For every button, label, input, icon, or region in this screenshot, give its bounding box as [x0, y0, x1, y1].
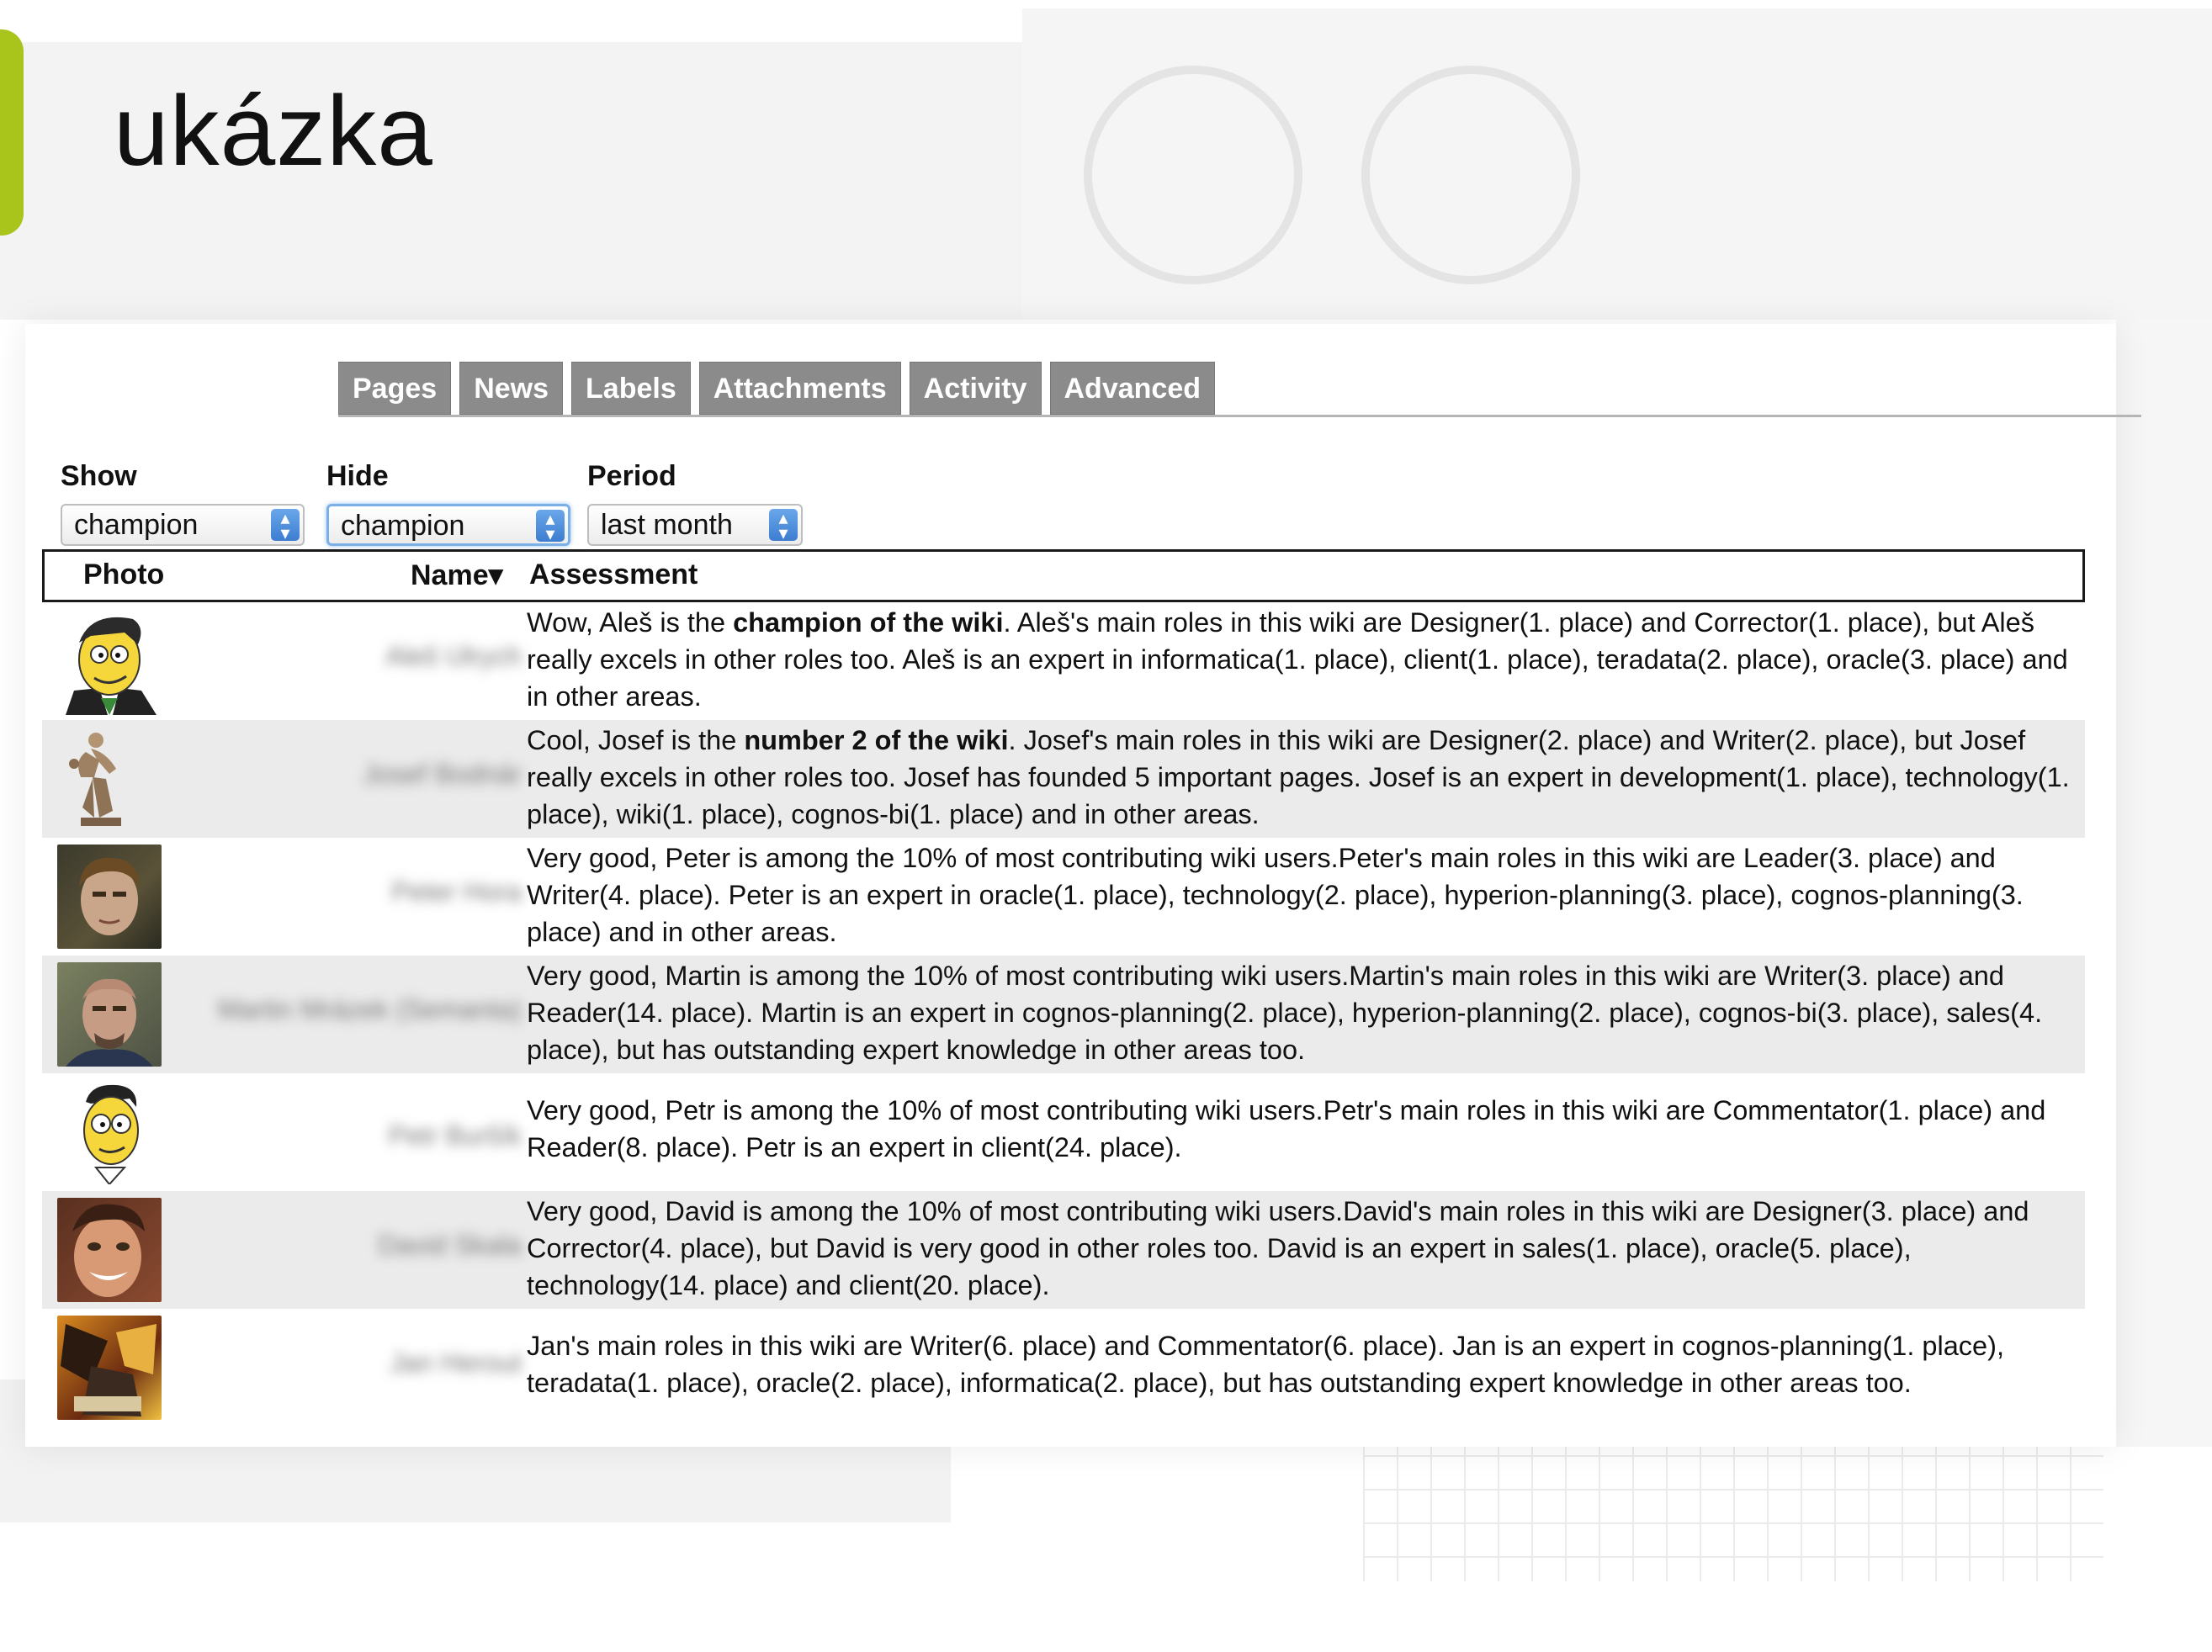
background-gauge-right — [1361, 66, 1580, 284]
period-filter: Period last month ▴ ▾ — [587, 460, 803, 546]
person-photo-icon — [66, 978, 153, 1067]
wiki-activity-panel: Pages News Labels Attachments Activity A… — [25, 324, 2141, 1447]
cartoon-avatar-icon — [57, 611, 162, 715]
assessment-text: Very good, Peter is among the 10% of mos… — [527, 839, 2082, 950]
tab-pages[interactable]: Pages — [338, 362, 452, 415]
user-photo — [57, 845, 162, 949]
accent-bar — [0, 29, 24, 236]
user-name[interactable]: Jan Herout — [168, 1348, 522, 1379]
assessment-text: Very good, David is among the 10% of mos… — [527, 1193, 2082, 1304]
hide-label: Hide — [326, 460, 389, 492]
person-photo-icon — [72, 1204, 145, 1297]
tab-attachments[interactable]: Attachments — [698, 362, 901, 415]
hide-select[interactable]: champion ▴ ▾ — [326, 504, 570, 546]
assessment-text: Cool, Josef is the number 2 of the wiki.… — [527, 722, 2082, 833]
select-arrows-icon: ▴ ▾ — [536, 510, 565, 543]
period-select-value: last month — [601, 509, 733, 541]
user-photo — [57, 1080, 162, 1184]
assessment-text: Very good, Petr is among the 10% of most… — [527, 1092, 2082, 1166]
period-select[interactable]: last month ▴ ▾ — [587, 504, 803, 546]
table-header: Photo Name▾ Assessment — [42, 549, 2085, 602]
assessment-pre: Cool, Josef is the — [527, 725, 745, 755]
table-row: Josef Bodnár Cool, Josef is the number 2… — [42, 720, 2085, 838]
tab-advanced[interactable]: Advanced — [1049, 362, 1215, 415]
cartoon-avatar-icon — [83, 1084, 139, 1184]
assessment-highlight: champion of the wiki — [733, 607, 1004, 638]
tab-news[interactable]: News — [459, 362, 564, 415]
assessment-pre: Jan's main roles in this wiki are Writer… — [527, 1331, 2004, 1398]
user-photo — [57, 962, 162, 1067]
tab-bar: Pages News Labels Attachments Activity A… — [338, 362, 1215, 415]
table-row: Petr Buršík Very good, Petr is among the… — [42, 1073, 2085, 1191]
assessment-pre: Very good, Petr is among the 10% of most… — [527, 1095, 2046, 1162]
table-row: Martin Mrázek (Semanta) Very good, Marti… — [42, 956, 2085, 1073]
table-row: Peter Hora Very good, Peter is among the… — [42, 838, 2085, 956]
user-photo — [57, 1198, 162, 1302]
assessment-pre: Very good, David is among the 10% of mos… — [527, 1196, 2029, 1300]
tab-labels[interactable]: Labels — [571, 362, 691, 415]
tab-activity[interactable]: Activity — [909, 362, 1042, 415]
user-name[interactable]: David Skala — [168, 1230, 522, 1261]
user-photo — [57, 1316, 162, 1420]
user-name[interactable]: Peter Hora — [168, 876, 522, 908]
user-name[interactable]: Josef Bodnár — [168, 759, 522, 790]
show-filter: Show champion ▴ ▾ — [61, 460, 305, 546]
cartoon-avatar-icon — [61, 1324, 156, 1416]
background-right-strip — [2116, 320, 2212, 1447]
background-gauge-left — [1084, 66, 1302, 284]
user-photo — [57, 727, 162, 831]
user-photo — [57, 611, 162, 715]
assessment-pre: Very good, Martin is among the 10% of mo… — [527, 961, 2043, 1065]
statue-avatar-icon — [69, 733, 121, 826]
period-label: Period — [587, 460, 676, 492]
users-table: Photo Name▾ Assessment Aleš Ulrych Wow, … — [42, 549, 2085, 1427]
slide-title: ukázka — [114, 76, 433, 187]
show-label: Show — [61, 460, 137, 492]
assessment-text: Jan's main roles in this wiki are Writer… — [527, 1327, 2082, 1401]
assessment-text: Very good, Martin is among the 10% of mo… — [527, 957, 2082, 1068]
name-column-header[interactable]: Name▾ — [411, 559, 503, 592]
select-arrows-icon: ▴ ▾ — [769, 509, 798, 543]
assessment-text: Wow, Aleš is the champion of the wiki. A… — [527, 604, 2082, 715]
assessment-highlight: number 2 of the wiki — [744, 725, 1009, 755]
table-row: David Skala Very good, David is among th… — [42, 1191, 2085, 1309]
person-photo-icon — [79, 857, 140, 935]
assessment-pre: Very good, Peter is among the 10% of mos… — [527, 843, 2024, 947]
hide-select-value: champion — [341, 510, 465, 542]
user-name[interactable]: Aleš Ulrych — [168, 641, 522, 672]
table-row: Jan Herout Jan's main roles in this wiki… — [42, 1309, 2085, 1427]
select-arrows-icon: ▴ ▾ — [271, 509, 300, 543]
show-select-value: champion — [74, 509, 199, 541]
tab-divider — [338, 415, 2141, 417]
hide-filter: Hide champion ▴ ▾ — [326, 460, 570, 546]
show-select[interactable]: champion ▴ ▾ — [61, 504, 305, 546]
assessment-pre: Wow, Aleš is the — [527, 607, 734, 638]
photo-column-header: Photo — [83, 559, 165, 590]
user-name[interactable]: Martin Mrázek (Semanta) — [168, 994, 522, 1025]
user-name[interactable]: Petr Buršík — [168, 1120, 522, 1152]
assessment-column-header: Assessment — [529, 559, 698, 590]
table-row: Aleš Ulrych Wow, Aleš is the champion of… — [42, 602, 2085, 720]
